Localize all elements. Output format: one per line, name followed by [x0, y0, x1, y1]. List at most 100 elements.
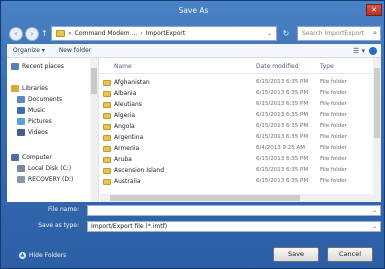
table-row[interactable]: Albania 6/15/2013 6:35 PM File folder: [100, 89, 373, 99]
column-header-type[interactable]: Type: [320, 63, 334, 70]
folder-icon: [103, 179, 111, 185]
filelist-horizontal-scrollbar[interactable]: [100, 194, 381, 202]
music-icon: [17, 107, 25, 114]
filelist-vertical-scrollbar[interactable]: [373, 58, 381, 194]
file-type: File folder: [320, 123, 347, 129]
file-name: Albania: [114, 90, 137, 97]
forward-button[interactable]: ›: [25, 27, 39, 41]
sidebar-item-documents[interactable]: Documents: [17, 95, 62, 104]
folder-icon: [56, 30, 65, 37]
sidebar-item-pictures[interactable]: Pictures: [17, 117, 52, 126]
title-bar[interactable]: Save As ✕: [1, 1, 385, 21]
videos-icon: [17, 129, 25, 136]
breadcrumb-command-modem[interactable]: Command Modem ...: [75, 30, 138, 37]
sidebar-item-local-disk[interactable]: Local Disk (C:): [17, 164, 71, 173]
file-date: 6/15/2013 6:35 PM: [256, 134, 309, 140]
sidebar-item-label: Documents: [28, 96, 63, 103]
table-row[interactable]: Australia 6/15/2013 6:35 PM File folder: [100, 177, 373, 187]
file-type: File folder: [320, 134, 347, 140]
recent-places-icon: [11, 63, 19, 70]
sidebar-item-label: Local Disk (C:): [28, 165, 72, 172]
change-view-icon[interactable]: ☰ ▾: [353, 47, 365, 55]
table-row[interactable]: Armenia 8/4/2013 9:25 AM File folder: [100, 144, 373, 154]
file-date: 6/15/2013 6:35 PM: [256, 178, 309, 184]
file-name-label: File name:: [48, 206, 79, 213]
file-type: File folder: [320, 156, 347, 162]
sidebar-item-recovery[interactable]: RECOVERY (D:): [17, 175, 73, 184]
column-header-date[interactable]: Date modified: [256, 63, 299, 70]
close-button[interactable]: ✕: [366, 4, 382, 16]
breadcrumb-separator: ›: [140, 30, 143, 37]
command-toolbar: Organize ▾ New folder ☰ ▾: [7, 44, 381, 58]
sidebar-item-label: RECOVERY (D:): [28, 176, 74, 183]
dialog-footer: ▲ Hide Folders Save Cancel: [1, 244, 385, 269]
sidebar-item-recent-places[interactable]: Recent places: [11, 62, 64, 71]
table-row[interactable]: Aleutians 6/15/2013 6:35 PM File folder: [100, 100, 373, 110]
computer-icon: [11, 154, 19, 161]
file-name: Angola: [114, 123, 135, 130]
sidebar-item-label: Recent places: [22, 63, 64, 70]
table-row[interactable]: Argentina 6/15/2013 6:35 PM File folder: [100, 133, 373, 143]
file-date: 6/15/2013 6:35 PM: [256, 156, 309, 162]
file-date: 6/15/2013 6:35 PM: [256, 123, 309, 129]
new-folder-button[interactable]: New folder: [59, 47, 91, 54]
column-header-row: Name Date modified Type: [100, 60, 373, 74]
search-icon[interactable]: ⌕: [373, 29, 377, 38]
sidebar-scrollbar[interactable]: [90, 58, 98, 202]
folder-icon: [103, 135, 111, 141]
organize-menu[interactable]: Organize ▾: [13, 47, 45, 54]
table-row[interactable]: Afghanistan 6/15/2013 6:35 PM File folde…: [100, 78, 373, 88]
horizontal-scroll-thumb[interactable]: [110, 195, 300, 201]
sidebar-scroll-thumb[interactable]: [91, 68, 97, 94]
file-type: File folder: [320, 79, 347, 85]
table-row[interactable]: Algeria 6/15/2013 6:35 PM File folder: [100, 111, 373, 121]
file-type: File folder: [320, 145, 347, 151]
local-disk-icon: [17, 165, 25, 172]
search-placeholder: Search ImportExport: [302, 30, 365, 37]
folder-icon: [103, 157, 111, 163]
cancel-button[interactable]: Cancel: [327, 247, 373, 262]
save-as-type-value: Import/Export file (*.imtf): [91, 223, 168, 230]
folder-icon: [103, 113, 111, 119]
save-form: File name: ⌄ Save as type: Import/Export…: [7, 204, 381, 244]
table-row[interactable]: Aruba 6/15/2013 6:35 PM File folder: [100, 155, 373, 165]
hide-folders-button[interactable]: ▲ Hide Folders: [19, 252, 66, 259]
file-name: Afghanistan: [114, 79, 150, 86]
sidebar-item-label: Computer: [22, 154, 52, 161]
save-button[interactable]: Save: [273, 247, 319, 262]
folder-icon: [103, 80, 111, 86]
table-row[interactable]: Ascension Island 6/15/2013 6:35 PM File …: [100, 166, 373, 176]
up-folder-button[interactable]: ↑: [41, 28, 48, 40]
search-input[interactable]: Search ImportExport ⌕: [297, 26, 381, 41]
breadcrumb-importexport[interactable]: ImportExport: [146, 30, 186, 37]
address-dropdown-icon[interactable]: ⌄: [267, 30, 272, 37]
file-date: 6/15/2013 6:35 PM: [256, 101, 309, 107]
vertical-scroll-thumb[interactable]: [374, 68, 380, 138]
file-name: Armenia: [114, 145, 140, 152]
refresh-icon[interactable]: ↻: [279, 26, 293, 41]
file-type: File folder: [320, 167, 347, 173]
help-icon[interactable]: [369, 47, 377, 55]
sidebar-item-label: Videos: [28, 129, 48, 136]
sidebar-item-libraries[interactable]: Libraries: [11, 84, 48, 93]
address-bar[interactable]: « Command Modem ... › ImportExport ⌄: [51, 26, 277, 41]
folder-icon: [103, 102, 111, 108]
save-as-type-dropdown-icon[interactable]: ⌄: [372, 222, 377, 231]
table-row[interactable]: Angola 6/15/2013 6:35 PM File folder: [100, 122, 373, 132]
back-button[interactable]: ‹: [9, 27, 23, 41]
documents-icon: [17, 96, 25, 103]
file-name: Aruba: [114, 156, 132, 163]
column-header-name[interactable]: Name: [114, 63, 132, 70]
sidebar-item-music[interactable]: Music: [17, 106, 45, 115]
file-name: Australia: [114, 178, 141, 185]
file-name-dropdown-icon[interactable]: ⌄: [372, 206, 377, 215]
sidebar-item-computer[interactable]: Computer: [11, 153, 52, 162]
breadcrumb-overflow[interactable]: «: [68, 30, 72, 37]
file-name: Ascension Island: [114, 167, 165, 174]
navigation-bar: ‹ › ↑ « Command Modem ... › ImportExport…: [7, 25, 381, 43]
sidebar-item-videos[interactable]: Videos: [17, 128, 48, 137]
file-name: Aleutians: [114, 101, 142, 108]
save-as-type-select[interactable]: Import/Export file (*.imtf) ⌄: [87, 221, 381, 232]
file-name-field[interactable]: ⌄: [87, 205, 381, 216]
file-date: 6/15/2013 6:35 PM: [256, 167, 309, 173]
